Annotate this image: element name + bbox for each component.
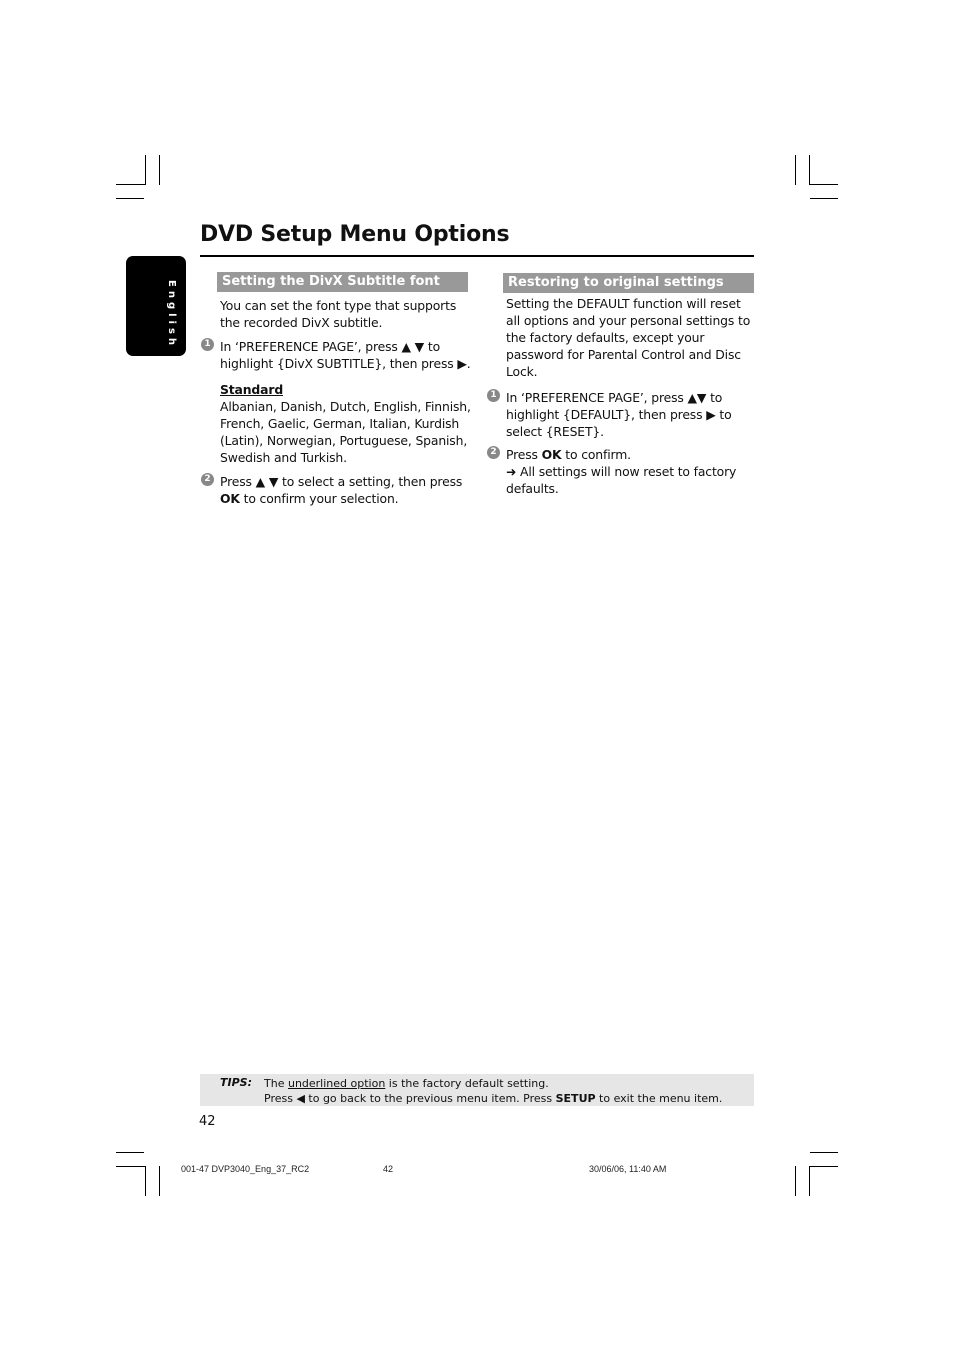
left-step-2: Press ▲ ▼ to select a setting, then pres… [220, 473, 462, 507]
section-heading-divx-subtitle: Setting the DivX Subtitle font [217, 272, 468, 292]
tips-text-part: Press ◀ to go back to the previous menu … [264, 1092, 556, 1105]
page-number: 42 [199, 1114, 216, 1129]
step-line: highlight {DivX SUBTITLE}, then press ▶. [220, 356, 471, 371]
crop-mark [795, 1166, 796, 1196]
right-intro-line: all options and your personal settings t… [506, 313, 751, 328]
title-rule [200, 255, 754, 257]
crop-mark [116, 1152, 144, 1153]
step-line: select {RESET}. [506, 424, 604, 439]
crop-mark [810, 184, 838, 185]
result-line: defaults. [506, 481, 559, 496]
language-tab: English [126, 256, 186, 356]
tips-line: Press ◀ to go back to the previous menu … [264, 1091, 722, 1106]
option-line: (Latin), Norwegian, Portuguese, Spanish, [220, 433, 468, 448]
crop-mark [159, 1166, 160, 1196]
step-2-marker: 2 [201, 473, 214, 486]
right-intro-line: Lock. [506, 364, 538, 379]
right-step-1: In ‘PREFERENCE PAGE’, press ▲▼ to highli… [506, 389, 732, 440]
section-heading-restore: Restoring to original settings [503, 273, 754, 293]
step-line: In ‘PREFERENCE PAGE’, press ▲▼ to [506, 390, 723, 405]
step-line: OK to confirm your selection. [220, 490, 462, 507]
right-intro-line: password for Parental Control and Disc [506, 347, 741, 362]
setup-key: SETUP [555, 1092, 596, 1105]
footer-datetime: 30/06/06, 11:40 AM [589, 1164, 667, 1174]
left-intro-line: the recorded DivX subtitle. [220, 315, 383, 330]
footer-file: 001-47 DVP3040_Eng_37_RC2 [181, 1164, 310, 1174]
crop-mark [810, 198, 838, 199]
step-text: to confirm your selection. [239, 491, 399, 506]
right-intro: Setting the DEFAULT function will reset … [506, 295, 750, 380]
left-step-1: In ‘PREFERENCE PAGE’, press ▲ ▼ to highl… [220, 338, 471, 372]
step-1-marker: 1 [487, 389, 500, 402]
footer-page: 42 [383, 1164, 394, 1174]
step-line: highlight {DEFAULT}, then press ▶ to [506, 407, 732, 422]
underlined-option-text: underlined option [287, 1077, 386, 1090]
ok-key: OK [220, 491, 240, 506]
left-intro: You can set the font type that supports … [220, 297, 456, 331]
step-2-marker: 2 [487, 446, 500, 459]
tips-text-part: The [264, 1077, 288, 1090]
result-line: ➜ All settings will now reset to factory [506, 464, 737, 479]
right-intro-line: Setting the DEFAULT function will reset [506, 296, 741, 311]
crop-mark [116, 1166, 145, 1167]
step-1-marker: 1 [201, 338, 214, 351]
ok-key: OK [541, 447, 562, 462]
tips-line: The underlined option is the factory def… [264, 1076, 722, 1091]
right-intro-line: the factory defaults, except your [506, 330, 705, 345]
crop-mark [145, 155, 146, 185]
language-tab-label: English [166, 280, 177, 350]
step-line: Press ▲ ▼ to select a setting, then pres… [220, 474, 463, 489]
crop-mark [809, 1166, 810, 1196]
crop-mark [810, 1152, 838, 1153]
option-line: Albanian, Danish, Dutch, English, Finnis… [220, 399, 471, 414]
tips-text-part: to exit the menu item. [595, 1092, 723, 1105]
step-text: to confirm. [561, 447, 631, 462]
step-text: Press [506, 447, 542, 462]
crop-mark [795, 155, 796, 185]
left-intro-line: You can set the font type that supports [220, 298, 457, 313]
crop-mark [116, 198, 144, 199]
crop-mark [145, 1166, 146, 1196]
crop-mark [809, 155, 810, 185]
page-title: DVD Setup Menu Options [200, 222, 510, 247]
tips-label: TIPS: [220, 1076, 252, 1089]
crop-mark [159, 155, 160, 185]
option-line: Swedish and Turkish. [220, 450, 347, 465]
step-line: Press OK to confirm. [506, 446, 736, 463]
step-line: In ‘PREFERENCE PAGE’, press ▲ ▼ to [220, 339, 440, 354]
crop-mark [810, 1166, 838, 1167]
crop-mark [116, 184, 145, 185]
option-title-standard: Standard [220, 382, 284, 397]
right-step-2: Press OK to confirm. ➜ All settings will… [506, 446, 736, 497]
option-line: French, Gaelic, German, Italian, Kurdish [220, 416, 460, 431]
left-option-list: Standard Albanian, Danish, Dutch, Englis… [220, 381, 471, 466]
tips-text-part: is the factory default setting. [385, 1077, 549, 1090]
tips-text: The underlined option is the factory def… [264, 1076, 722, 1106]
